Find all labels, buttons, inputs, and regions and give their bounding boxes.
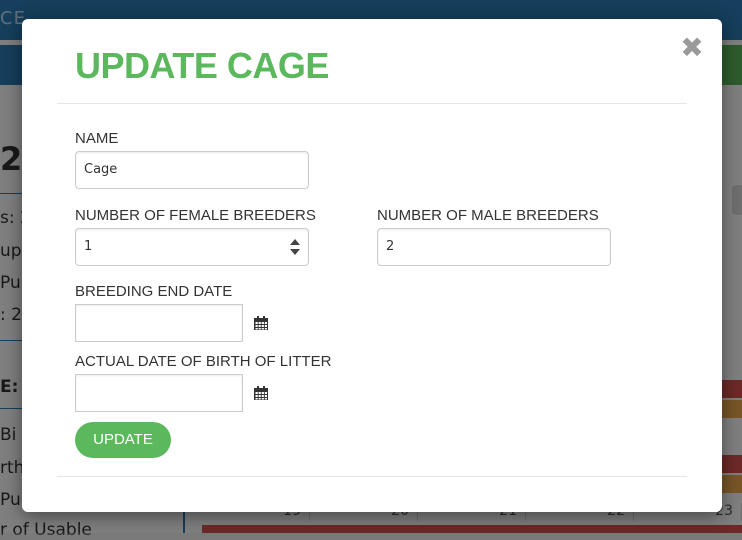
close-icon[interactable]: ✖ <box>680 34 704 62</box>
male-breeders-input[interactable]: 2 <box>377 228 611 266</box>
calendar-icon[interactable] <box>253 385 269 401</box>
name-label: NAME <box>75 130 119 147</box>
spinner-down-icon[interactable] <box>290 249 300 255</box>
name-input[interactable]: Cage <box>75 151 309 189</box>
breeding-end-date-input[interactable] <box>75 304 243 342</box>
female-breeders-label: NUMBER OF FEMALE BREEDERS <box>75 207 316 224</box>
actual-birth-date-label: ACTUAL DATE OF BIRTH OF LITTER <box>75 353 332 370</box>
spinner-up-icon[interactable] <box>290 239 300 245</box>
male-breeders-label: NUMBER OF MALE BREEDERS <box>377 207 599 224</box>
modal-footer-divider <box>57 476 687 477</box>
breeding-end-date-label: BREEDING END DATE <box>75 283 233 300</box>
update-button[interactable]: UPDATE <box>75 422 171 458</box>
update-cage-modal: UPDATE CAGE ✖ NAME Cage NUMBER OF FEMALE… <box>22 19 722 512</box>
number-spinner-icon[interactable] <box>289 239 301 255</box>
female-breeders-value: 1 <box>84 239 93 254</box>
modal-header-divider <box>57 103 687 104</box>
actual-birth-date-input[interactable] <box>75 374 243 412</box>
female-breeders-input[interactable]: 1 <box>75 228 309 266</box>
calendar-icon[interactable] <box>253 315 269 331</box>
modal-title: UPDATE CAGE <box>75 45 329 86</box>
